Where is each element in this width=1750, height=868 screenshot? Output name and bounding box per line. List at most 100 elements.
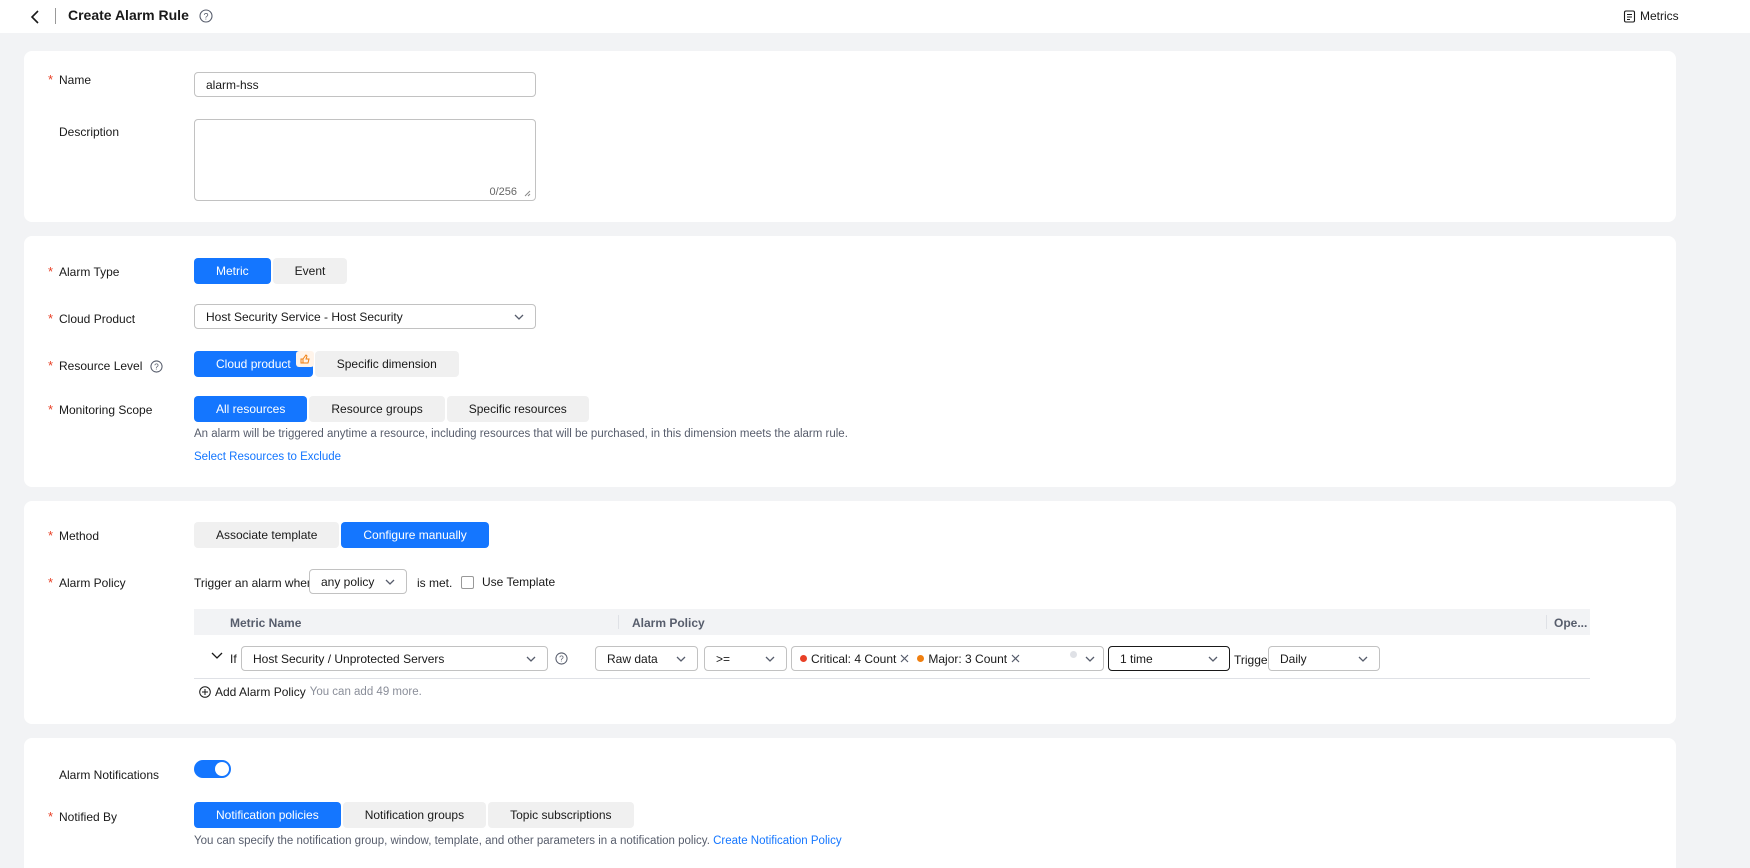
- exclude-resources-link[interactable]: Select Resources to Exclude: [194, 451, 341, 463]
- resource-level-label: Resource Level ?: [59, 359, 163, 373]
- metrics-label: Metrics: [1640, 9, 1679, 23]
- alarm-type-selector: Metric Event: [194, 258, 348, 284]
- method-associate-template[interactable]: Associate template: [194, 522, 340, 548]
- resource-level-cloud-product[interactable]: Cloud product: [194, 351, 314, 377]
- basic-info-card: * Name Description 0/256: [24, 51, 1676, 222]
- trigger-label: Trigger: [1234, 653, 1272, 667]
- required-mark: *: [48, 72, 54, 87]
- alarm-notifications-toggle[interactable]: [194, 760, 231, 778]
- times-select[interactable]: 1 time: [1108, 646, 1230, 671]
- trigger-prefix: Trigger an alarm when: [194, 576, 314, 590]
- notification-card: Alarm Notifications * Notified By Notifi…: [24, 738, 1676, 868]
- chevron-down-icon: [385, 579, 395, 585]
- required-mark: *: [48, 528, 54, 543]
- use-template-option[interactable]: Use Template: [461, 575, 555, 589]
- status-dot-icon: [1070, 651, 1077, 658]
- monitoring-scope-selector: All resources Resource groups Specific r…: [194, 396, 589, 422]
- notified-by-label: Notified By: [59, 810, 118, 824]
- use-template-checkbox[interactable]: [461, 575, 474, 589]
- data-type-value: Raw data: [607, 651, 658, 666]
- metric-name-select[interactable]: Host Security / Unprotected Servers: [241, 646, 548, 671]
- threshold-tag-critical: Critical: 4 Count: [800, 652, 909, 666]
- chevron-down-icon: [514, 314, 524, 320]
- threshold-tags: Critical: 4 Count Major: 3 Count: [800, 652, 1028, 666]
- required-mark: *: [48, 358, 54, 373]
- col-operation: Ope...: [1554, 616, 1588, 630]
- create-notification-policy-link[interactable]: Create Notification Policy: [713, 835, 841, 847]
- monitoring-scope-label: Monitoring Scope: [59, 403, 153, 417]
- col-metric-name: Metric Name: [230, 616, 302, 630]
- scope-all-resources[interactable]: All resources: [194, 396, 308, 422]
- name-input[interactable]: [194, 72, 536, 97]
- add-alarm-policy-label: Add Alarm Policy: [215, 685, 306, 699]
- alarm-type-metric[interactable]: Metric: [194, 258, 271, 284]
- cloud-product-value: Host Security Service - Host Security: [206, 309, 403, 324]
- trigger-suffix: is met.: [417, 576, 453, 590]
- resize-handle-icon[interactable]: [524, 190, 531, 197]
- notified-by-selector: Notification policies Notification group…: [194, 802, 634, 828]
- column-divider: [1546, 615, 1547, 629]
- table-row-divider: [194, 678, 1590, 679]
- document-icon: [1623, 9, 1636, 23]
- svg-text:?: ?: [203, 11, 208, 21]
- add-alarm-policy-hint: You can add 49 more.: [309, 686, 422, 698]
- threshold-tag-major-label: Major: 3 Count: [928, 651, 1008, 666]
- col-alarm-policy: Alarm Policy: [632, 616, 705, 630]
- alarm-notifications-label: Alarm Notifications: [59, 768, 160, 782]
- method-configure-manually[interactable]: Configure manually: [341, 522, 489, 548]
- scope-hint: An alarm will be triggered anytime a res…: [194, 428, 848, 440]
- add-alarm-policy[interactable]: Add Alarm Policy You can add 49 more.: [199, 685, 422, 699]
- required-mark: *: [48, 809, 54, 824]
- operator-select[interactable]: >=: [704, 646, 787, 671]
- notified-by-policies[interactable]: Notification policies: [194, 802, 341, 828]
- help-icon[interactable]: ?: [150, 359, 163, 373]
- frequency-value: Daily: [1280, 651, 1307, 666]
- back-arrow-icon[interactable]: [26, 7, 46, 27]
- collapse-chevron-icon[interactable]: [211, 652, 223, 660]
- use-template-label: Use Template: [482, 575, 556, 589]
- threshold-tag-critical-label: Critical: 4 Count: [811, 651, 897, 666]
- method-label: Method: [59, 529, 100, 543]
- metric-name-value: Host Security / Unprotected Servers: [253, 651, 445, 666]
- required-mark: *: [48, 311, 54, 326]
- notified-by-topics[interactable]: Topic subscriptions: [488, 802, 634, 828]
- chevron-down-icon: [1085, 656, 1095, 662]
- frequency-select[interactable]: Daily: [1268, 646, 1380, 671]
- notified-by-groups[interactable]: Notification groups: [342, 802, 487, 828]
- threshold-tag-major: Major: 3 Count: [917, 652, 1020, 666]
- scope-resource-groups[interactable]: Resource groups: [309, 396, 445, 422]
- description-label: Description: [59, 125, 120, 139]
- required-mark: *: [48, 402, 54, 417]
- threshold-multiselect[interactable]: Critical: 4 Count Major: 3 Count: [791, 646, 1104, 671]
- operator-value: >=: [716, 651, 731, 666]
- svg-text:?: ?: [155, 361, 160, 371]
- required-mark: *: [48, 264, 54, 279]
- data-type-select[interactable]: Raw data: [595, 646, 698, 671]
- cloud-product-label: Cloud Product: [59, 312, 136, 326]
- chevron-down-icon: [526, 656, 536, 662]
- notification-hint-text: You can specify the notification group, …: [194, 835, 710, 847]
- close-icon[interactable]: [900, 654, 909, 663]
- description-textarea[interactable]: 0/256: [194, 119, 536, 201]
- critical-dot-icon: [800, 655, 807, 662]
- metrics-link[interactable]: Metrics: [1623, 9, 1679, 23]
- help-icon[interactable]: ?: [199, 9, 213, 26]
- description-counter: 0/256: [489, 186, 517, 198]
- cloud-product-select[interactable]: Host Security Service - Host Security: [194, 304, 536, 329]
- trigger-condition-value: any policy: [321, 574, 375, 589]
- policy-table-header: Metric Name Alarm Policy Ope...: [194, 609, 1590, 635]
- recommended-badge-icon: [295, 351, 314, 367]
- add-circle-icon: [199, 686, 211, 698]
- alarm-settings-card: * Alarm Type Metric Event * Cloud Produc…: [24, 236, 1676, 487]
- help-icon[interactable]: ?: [555, 652, 568, 665]
- resource-level-specific-dimension[interactable]: Specific dimension: [314, 351, 459, 377]
- trigger-condition-select[interactable]: any policy: [309, 569, 407, 594]
- method-card: * Method Associate template Configure ma…: [24, 501, 1676, 724]
- svg-text:?: ?: [559, 654, 564, 664]
- chevron-down-icon: [765, 656, 775, 662]
- chevron-down-icon: [1358, 656, 1368, 662]
- major-dot-icon: [917, 655, 925, 662]
- close-icon[interactable]: [1011, 654, 1020, 663]
- alarm-type-event[interactable]: Event: [272, 258, 348, 284]
- scope-specific-resources[interactable]: Specific resources: [446, 396, 589, 422]
